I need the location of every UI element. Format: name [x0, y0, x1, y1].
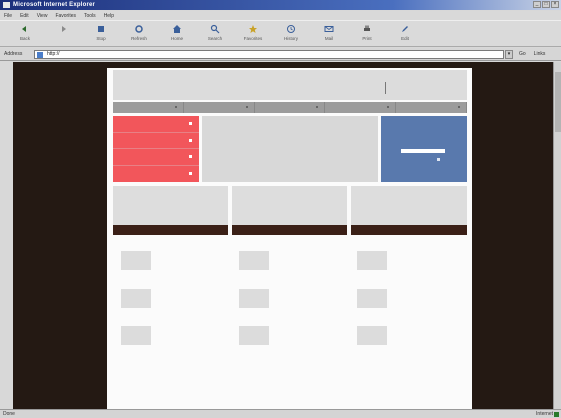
menu-file[interactable]: File: [4, 13, 12, 19]
favorites-label: Favorites: [243, 36, 263, 41]
home-button[interactable]: Home: [158, 21, 196, 47]
blue-login-panel: [381, 116, 467, 182]
edit-button[interactable]: Edit: [386, 21, 424, 47]
mail-label: Mail: [324, 36, 334, 41]
browser-toolbar: Back Stop Refresh Home Search Favorites …: [0, 20, 561, 47]
internet-zone-icon: [554, 412, 559, 417]
menu-favorites[interactable]: Favorites: [55, 13, 76, 19]
nav-tab-2[interactable]: [184, 102, 255, 113]
menu-help[interactable]: Help: [104, 13, 114, 19]
page-icon: [37, 51, 43, 58]
red-side-menu: [113, 116, 199, 182]
edit-label: Edit: [401, 36, 409, 41]
history-label: History: [283, 36, 298, 41]
go-button[interactable]: Go: [519, 51, 526, 57]
mail-button[interactable]: Mail: [310, 21, 348, 47]
back-label: Back: [19, 36, 30, 41]
stop-label: Stop: [96, 36, 106, 41]
address-url: http://: [47, 51, 60, 57]
scrollbar-thumb[interactable]: [555, 72, 561, 132]
thumbnail[interactable]: [357, 289, 387, 308]
thumbnail[interactable]: [357, 251, 387, 270]
forward-button[interactable]: [44, 21, 82, 47]
favorites-button[interactable]: Favorites: [234, 21, 272, 47]
home-label: Home: [170, 36, 183, 41]
back-arrow-icon: [22, 26, 26, 32]
ie-logo-icon: [3, 2, 10, 8]
search-label: Search: [207, 36, 223, 41]
bullet-icon: [189, 122, 192, 125]
address-dropdown-button[interactable]: ▾: [505, 49, 513, 59]
thumbnail[interactable]: [121, 251, 151, 270]
thumbnail[interactable]: [121, 289, 151, 308]
stop-icon: [98, 26, 104, 32]
login-field[interactable]: [401, 149, 445, 153]
menu-tools[interactable]: Tools: [84, 13, 96, 19]
print-icon: [364, 25, 370, 31]
mail-icon: [324, 26, 334, 32]
history-button[interactable]: History: [272, 21, 310, 47]
red-menu-item[interactable]: [113, 133, 199, 149]
nav-tick: [316, 106, 319, 108]
history-icon: [287, 25, 295, 33]
maximize-button[interactable]: □: [542, 1, 550, 8]
security-zone: Internet: [536, 411, 553, 417]
nav-tab-4[interactable]: [325, 102, 397, 113]
status-text: Done: [3, 411, 15, 417]
close-button[interactable]: ×: [551, 1, 559, 8]
minimize-button[interactable]: _: [533, 1, 541, 8]
thumbnail[interactable]: [239, 326, 269, 345]
bullet-icon: [189, 171, 192, 175]
column-bar-3: [351, 225, 467, 235]
nav-tick: [245, 106, 248, 108]
edit-icon: [402, 26, 408, 32]
nav-strip: [113, 102, 467, 113]
red-menu-item[interactable]: [113, 149, 199, 166]
menu-bar: File Edit View Favorites Tools Help: [0, 11, 561, 20]
nav-tick: [457, 106, 460, 108]
stop-button[interactable]: Stop: [82, 21, 120, 47]
refresh-icon: [135, 25, 143, 33]
login-submit-button[interactable]: [437, 158, 440, 161]
print-button[interactable]: Print: [348, 21, 386, 47]
status-bar: Done Internet: [0, 409, 561, 418]
bullet-icon: [189, 155, 192, 158]
window-title-bar: Microsoft Internet Explorer _ □ ×: [0, 0, 561, 10]
refresh-button[interactable]: Refresh: [120, 21, 158, 47]
header-divider: [385, 82, 386, 94]
favorites-icon: [249, 25, 257, 33]
menu-edit[interactable]: Edit: [20, 13, 29, 19]
red-menu-item[interactable]: [113, 166, 199, 183]
column-bar-1: [113, 225, 228, 235]
refresh-label: Refresh: [131, 36, 147, 41]
thumbnail[interactable]: [239, 251, 269, 270]
links-button[interactable]: Links: [534, 51, 546, 57]
address-input[interactable]: http://: [34, 49, 504, 59]
nav-tick: [387, 106, 390, 108]
home-icon: [173, 25, 181, 33]
address-label: Address: [4, 51, 23, 57]
address-bar: Address http:// ▾ Go Links: [0, 48, 561, 61]
window-title: Microsoft Internet Explorer: [13, 2, 96, 8]
print-label: Print: [362, 36, 372, 41]
search-icon: [210, 24, 220, 34]
nav-tab-5[interactable]: [396, 102, 467, 113]
nav-tick: [174, 106, 177, 108]
back-button[interactable]: Back: [6, 21, 44, 47]
search-button[interactable]: Search: [196, 21, 234, 47]
red-menu-item[interactable]: [113, 116, 199, 133]
vertical-scrollbar[interactable]: [553, 62, 561, 409]
center-content-panel: [202, 116, 378, 182]
nav-tab-3[interactable]: [255, 102, 326, 113]
page-header: [113, 70, 467, 100]
page-canvas: [107, 68, 472, 410]
thumbnail[interactable]: [239, 289, 269, 308]
menu-view[interactable]: View: [37, 13, 48, 19]
column-bar-2: [232, 225, 347, 235]
nav-tab-1[interactable]: [113, 102, 184, 113]
bullet-icon: [189, 138, 192, 142]
thumbnail[interactable]: [121, 326, 151, 345]
forward-arrow-icon: [62, 26, 66, 32]
thumbnail[interactable]: [357, 326, 387, 345]
